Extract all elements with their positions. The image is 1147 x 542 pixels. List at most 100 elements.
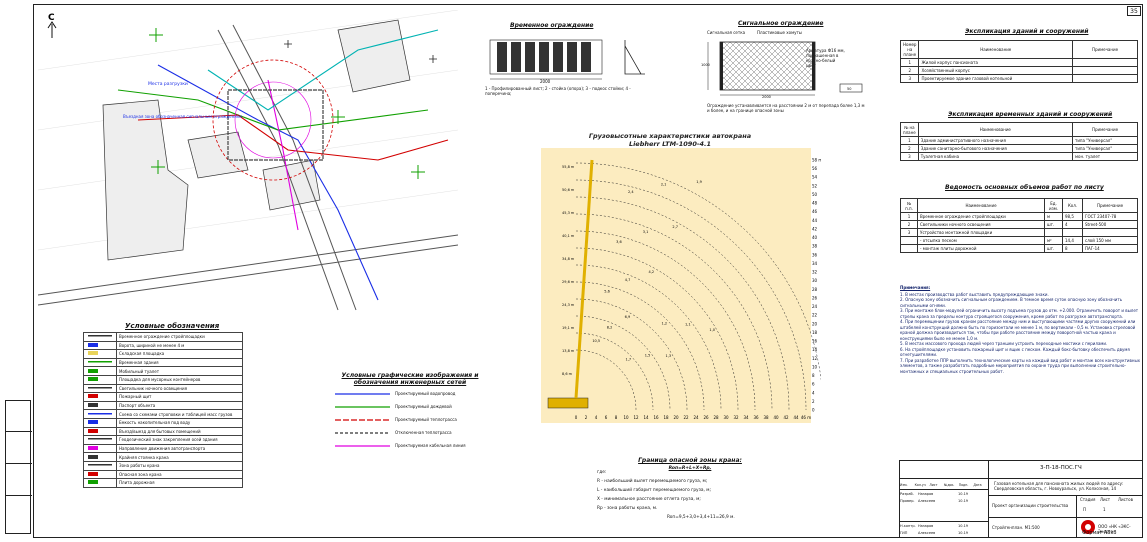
table-cell: Проектируемое здание газовой котельной	[918, 74, 1073, 83]
signal-fence-note: Ограждение устанавливается на расстоянии…	[707, 103, 865, 113]
table-cell: ПАГ-14	[1082, 244, 1138, 253]
y-tick-label: 38	[812, 244, 818, 249]
legend-symbol	[83, 443, 117, 454]
x-tick-label: 38	[763, 415, 769, 420]
boom-length-label: 40,1 m	[562, 234, 575, 238]
load-value-label: 1,9	[696, 180, 702, 184]
object-name: Газовая котельная для пансионата жилых л…	[994, 481, 1124, 491]
signal-fence-title: Сигнальное ограждение	[738, 20, 824, 27]
table-cell	[900, 244, 918, 253]
x-tick-label: 16	[653, 415, 659, 420]
x-tick-label: 30	[723, 415, 729, 420]
table-cell: Здание административного назначения	[917, 136, 1074, 145]
table-cell: 1	[899, 58, 920, 67]
y-tick-label: 14	[812, 347, 818, 352]
explication-buildings-table: Номер на плане Наименование Примечание 1…	[899, 40, 1138, 83]
y-tick-label: 26	[812, 295, 818, 300]
explication-buildings-title: Экспликация зданий и сооружений	[965, 28, 1089, 35]
legend-item-label: Плита дорожная	[116, 478, 243, 488]
svg-text:1000: 1000	[701, 63, 710, 67]
signal-fence-drawing: 1000 2000 50	[701, 41, 863, 98]
boom-length-label: 13,8 m	[562, 349, 575, 353]
y-tick-label: 52	[812, 183, 818, 188]
load-value-label: 10,5	[592, 339, 600, 343]
load-value-label: 4,7	[625, 278, 631, 282]
y-tick-label: 28	[812, 287, 818, 292]
left-stamp-strip	[5, 400, 32, 534]
x-tick-label: 44	[793, 415, 799, 420]
load-value-label: 3,1	[643, 230, 649, 234]
table-row: 2 Хозяйственный корпус	[899, 66, 1138, 75]
legend-row: Ворота, шириной не менее 4 м	[83, 340, 243, 351]
table-row: 3 Устройство монтажной площадки	[900, 228, 1138, 237]
legend-item-label: Въезд/выезд для бытовых помещений	[116, 426, 243, 437]
load-value-label: 3,6	[616, 240, 622, 244]
plan-label: Места разгрузки	[148, 81, 188, 87]
north-arrow-label: С	[48, 13, 55, 23]
x-tick-label: 10	[623, 415, 629, 420]
load-value-label: 4,2	[649, 270, 655, 274]
boom-length-label: 19,1 m	[562, 326, 575, 330]
table-cell: 2	[899, 66, 920, 75]
load-value-label: 1,2	[662, 321, 668, 325]
table-cell: 3	[900, 228, 918, 237]
legend-symbol	[83, 426, 117, 437]
y-tick-label: 50	[812, 192, 818, 197]
works-table: № п.п. Наименование Ед. изм. Кол. Примеч…	[900, 198, 1138, 253]
symbol-row: Проектируемая кабельная линия	[335, 443, 466, 448]
load-value-label: 2,7	[672, 225, 678, 229]
legend-symbol	[83, 332, 117, 342]
load-value-label: 1,5	[645, 354, 651, 358]
table-cell	[1044, 228, 1063, 237]
temp-fence-note: 1 - Профилированный лист; 2 - стойка (оп…	[485, 86, 631, 96]
note-item: 6. На стройплощадке установить пожарный …	[900, 346, 1130, 358]
x-tick-label: 8	[615, 415, 618, 420]
table-cell: шт.	[1044, 220, 1063, 229]
legend-row: Зона работы крана	[83, 460, 243, 471]
legend-symbol	[83, 366, 117, 376]
title-block-role-row: ГИП Алексеев 10.19	[900, 531, 969, 535]
site-general-plan: Места разгрузки Въездная зона обозначенн…	[38, 10, 458, 315]
legend-symbol	[83, 460, 117, 471]
table-cell: Хозяйственный корпус	[918, 66, 1073, 75]
y-tick-label: 46	[812, 209, 818, 214]
x-tick-label: 2	[585, 415, 588, 420]
legend-table: Временное ограждение стройплощадки Ворота…	[83, 332, 243, 488]
table-cell: м	[1044, 212, 1063, 221]
legend-item-label: Временная здания	[116, 357, 243, 368]
table-row: - монтаж плиты дорожной шт. 8 ПАГ-14	[900, 244, 1138, 253]
legend-row: Площадка для мусорных контейнеров	[83, 374, 243, 385]
y-tick-label: 12	[812, 356, 818, 361]
plan-label: Въездная зона обозначенная сигнальным ог…	[123, 114, 242, 119]
x-tick-label: 26	[703, 415, 709, 420]
x-tick-label: 20	[673, 415, 679, 420]
table-cell: 3	[899, 74, 920, 83]
table-cell: 8	[1062, 244, 1083, 253]
graphic-symbols-title: Условные графические изображения и обозн…	[341, 372, 479, 386]
symbol-row: Проектируемый дождевой	[335, 404, 452, 409]
x-tick-label: 14	[643, 415, 649, 420]
svg-text:2000: 2000	[540, 79, 551, 84]
legend-item-label: Геодезический знак закрепления осей здан…	[116, 435, 243, 445]
legend-symbol	[83, 452, 117, 462]
legend-symbol	[83, 435, 117, 445]
y-tick-label: 16	[812, 339, 818, 344]
x-tick-label: 34	[743, 415, 749, 420]
x-tick-label: 32	[733, 415, 739, 420]
x-tick-label: 4	[595, 415, 598, 420]
legend-symbol	[83, 383, 117, 394]
table-row: 1 Временное ограждение стройплощадки м 98,5…	[900, 212, 1138, 221]
legend-row: Складская площадка	[83, 349, 243, 359]
legend-row: Мобильный туалет	[83, 366, 243, 376]
danger-zone-text: где: R - наибольший вылет перемещаемого …	[597, 470, 735, 520]
table-cell: типа "Универсал"	[1072, 136, 1138, 145]
legend-row: Светильник ночного освещения	[83, 383, 243, 394]
table-cell: 98,5	[1062, 212, 1083, 221]
legend-item-label: Мобильный туалет	[116, 366, 243, 376]
legend-symbol	[83, 478, 117, 488]
strip-divider	[6, 495, 32, 496]
x-tick-label: 40	[773, 415, 779, 420]
table-row: 2 Светильники ночного освещения шт. 4 Street…	[900, 220, 1138, 229]
note-item: 4. При перемещении грузов краном расстоя…	[900, 319, 1136, 341]
legend-item-label: Опасная зона крана	[116, 469, 243, 480]
